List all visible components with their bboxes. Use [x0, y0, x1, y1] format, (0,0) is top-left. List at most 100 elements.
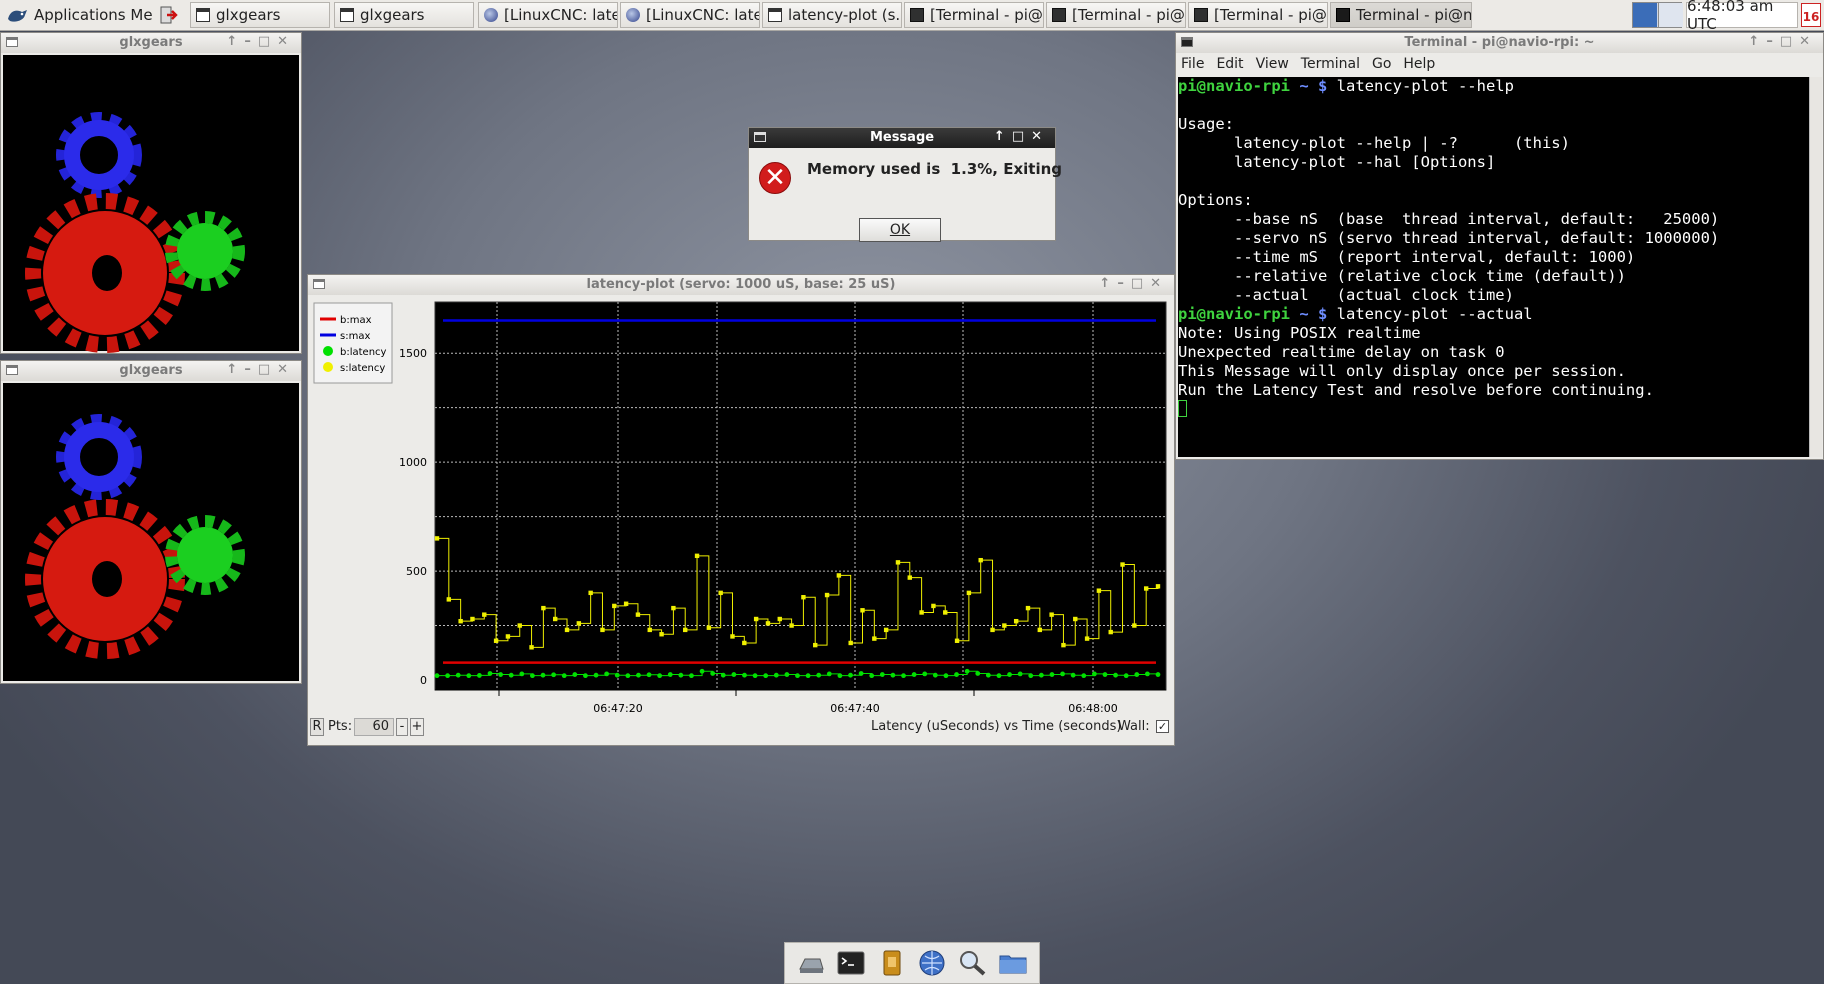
task-label: [Terminal - pi@...	[1072, 6, 1185, 24]
data-point	[720, 672, 726, 678]
data-point	[667, 672, 673, 677]
menu-terminal[interactable]: Terminal	[1301, 56, 1360, 72]
data-point	[1038, 672, 1044, 678]
workspace-1[interactable]	[1633, 3, 1657, 27]
task-terminal-1[interactable]: [Terminal - pi@...	[904, 2, 1044, 28]
data-point	[836, 573, 842, 578]
data-point	[731, 672, 737, 677]
titlebar[interactable]: glxgears ↑–□✕	[1, 33, 301, 53]
logout-icon[interactable]	[158, 5, 178, 25]
clock[interactable]: 6:48:03 am UTC	[1686, 0, 1798, 33]
titlebar[interactable]: Message ↑□✕	[749, 128, 1055, 148]
wall-checkbox[interactable]: ✓	[1156, 720, 1169, 733]
data-point	[1155, 584, 1161, 589]
window-title: Terminal - pi@navio-rpi: ~	[1404, 35, 1595, 50]
data-point	[1060, 671, 1065, 677]
data-point	[777, 616, 782, 622]
data-point	[564, 627, 570, 633]
data-point	[689, 673, 694, 679]
task-terminal-active[interactable]: Terminal - pi@n...	[1330, 2, 1472, 28]
data-point	[477, 673, 482, 678]
terminal-scrollbar[interactable]	[1809, 77, 1822, 457]
message-dialog[interactable]: Message ↑□✕ ✕ Memory used is 1.3%, Exiti…	[748, 127, 1062, 242]
search-icon[interactable]	[957, 949, 987, 977]
window-controls[interactable]: ↑–□✕	[1748, 34, 1817, 49]
titlebar[interactable]: Terminal - pi@navio-rpi: ~ ↑–□✕	[1176, 33, 1823, 53]
task-terminal-2[interactable]: [Terminal - pi@...	[1046, 2, 1186, 28]
task-glxgears-1[interactable]: glxgears	[190, 2, 330, 28]
gears-canvas	[3, 383, 299, 681]
terminal-window[interactable]: Terminal - pi@navio-rpi: ~ ↑–□✕ File Edi…	[1175, 32, 1824, 460]
data-point	[1091, 671, 1097, 677]
task-latency-plot[interactable]: latency-plot (s...	[762, 2, 902, 28]
help-output: Usage: latency-plot --help | -? (this) l…	[1178, 115, 1720, 304]
data-point	[434, 673, 440, 679]
calendar-day: 16	[1802, 10, 1820, 24]
ok-button[interactable]: OK	[859, 218, 941, 242]
window-controls[interactable]: ↑□✕	[994, 129, 1049, 144]
data-point	[657, 673, 663, 679]
menu-view[interactable]: View	[1256, 56, 1289, 72]
data-point	[517, 623, 522, 628]
data-point	[487, 671, 493, 676]
file-manager-icon[interactable]	[877, 949, 907, 977]
task-terminal-3[interactable]: [Terminal - pi@...	[1188, 2, 1328, 28]
window-controls[interactable]: ↑–□✕	[226, 362, 295, 377]
show-desktop-icon[interactable]	[796, 949, 826, 977]
message-text: Memory used is 1.3%, Exiting	[807, 160, 1062, 178]
task-label: [Terminal - pi@...	[930, 6, 1043, 24]
task-glxgears-2[interactable]: glxgears	[334, 2, 474, 28]
data-point	[446, 597, 452, 602]
terminal-output[interactable]: pi@navio-rpi ~ $ latency-plot --help Usa…	[1178, 77, 1809, 457]
data-point	[1084, 636, 1090, 641]
error-icon: ✕	[759, 162, 791, 194]
data-point	[932, 672, 938, 678]
task-label: [Terminal - pi@...	[1214, 6, 1327, 24]
workspace-switcher[interactable]	[1632, 2, 1683, 28]
data-point	[572, 672, 578, 677]
bottom-dock	[784, 942, 1040, 984]
data-point	[530, 673, 535, 679]
data-point	[1061, 642, 1066, 648]
data-point	[858, 671, 864, 676]
window-controls[interactable]: ↑–□✕	[1099, 276, 1168, 291]
task-label: latency-plot (s...	[788, 6, 902, 24]
calendar-icon[interactable]: 16	[1801, 3, 1821, 27]
data-point	[482, 612, 487, 617]
data-point	[694, 553, 700, 559]
pts-increment-button[interactable]: +	[410, 718, 424, 736]
pts-decrement-button[interactable]: -	[396, 718, 408, 736]
data-point	[730, 634, 735, 639]
titlebar[interactable]: latency-plot (servo: 1000 uS, base: 25 u…	[308, 275, 1174, 295]
menu-go[interactable]: Go	[1372, 56, 1391, 72]
data-point	[625, 673, 631, 679]
data-point	[493, 638, 499, 643]
workspace-2[interactable]	[1658, 3, 1683, 27]
task-linuxcnc-2[interactable]: [LinuxCNC: late...	[620, 2, 760, 28]
data-point	[458, 618, 463, 624]
data-point	[1081, 673, 1087, 679]
latency-plot-window[interactable]: latency-plot (servo: 1000 uS, base: 25 u…	[307, 274, 1175, 746]
prompt-dollar: $	[1317, 305, 1328, 323]
terminal-icon[interactable]	[836, 949, 866, 977]
glxgears-window-2[interactable]: glxgears ↑–□✕	[0, 360, 302, 684]
titlebar[interactable]: glxgears ↑–□✕	[1, 361, 301, 381]
y-tick-label: 1000	[399, 456, 427, 469]
data-point	[1049, 672, 1055, 677]
legend-label: s:max	[340, 331, 370, 342]
folder-icon[interactable]	[998, 949, 1028, 977]
web-browser-icon[interactable]	[917, 949, 947, 977]
menu-help[interactable]: Help	[1403, 56, 1435, 72]
r-button[interactable]: R	[310, 718, 324, 736]
data-point	[623, 601, 629, 606]
data-point	[789, 623, 794, 628]
glxgears-window-1[interactable]: glxgears ↑–□✕	[0, 32, 302, 354]
window-controls[interactable]: ↑–□✕	[226, 34, 295, 49]
pts-input[interactable]: 60	[354, 718, 394, 736]
menu-edit[interactable]: Edit	[1216, 56, 1243, 72]
menu-file[interactable]: File	[1181, 56, 1204, 72]
applications-menu-button[interactable]: Applications Menu	[2, 2, 152, 28]
data-point	[646, 672, 652, 678]
data-point	[890, 672, 896, 678]
task-linuxcnc-1[interactable]: [LinuxCNC: late...	[478, 2, 618, 28]
